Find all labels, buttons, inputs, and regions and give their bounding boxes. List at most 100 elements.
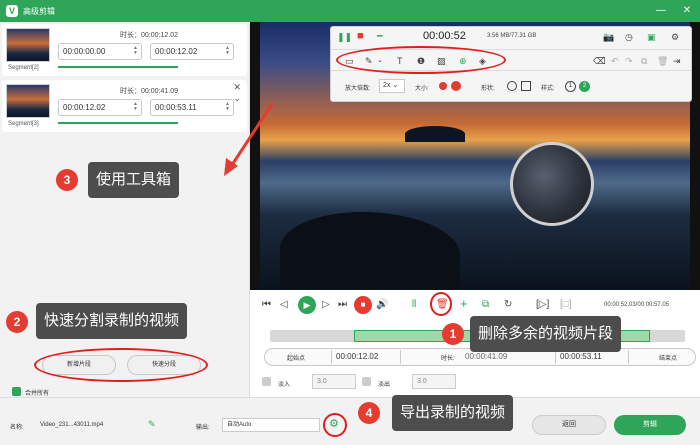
record-time: 00:00:52 (423, 30, 466, 42)
segment-item[interactable]: Segment[3] 时长：00:00:41.09 ✕ ⌄ 00:00:12.0… (2, 80, 247, 132)
playback-time: 00:00:52.03/00:00:57.05 (604, 302, 670, 308)
bottom-bar: 名称: Video_231...43011.mp4 ✎ 输出: 自动Auto ⚙… (0, 397, 700, 445)
zoom-label: 放大倍数: (345, 86, 371, 92)
reset-icon[interactable]: ↻ (504, 298, 512, 312)
segment-duration: 时长：00:00:12.02 (120, 32, 178, 39)
merge-all-label: 合并所有 (25, 391, 50, 397)
duration-label: 时长: (441, 356, 455, 362)
close-icon[interactable]: ✕ (680, 5, 694, 17)
size-label: 大小: (415, 86, 429, 92)
island-silhouette (405, 126, 465, 142)
annotation-arrow (224, 103, 274, 176)
annotation-label-2: 快速分割录制的视频 (36, 303, 188, 339)
go-start-icon[interactable]: ⏮ (262, 298, 271, 312)
segment-progress (58, 122, 178, 124)
fade-out-label: 淡出 (378, 382, 391, 388)
segment-panel: Segment[2] 时长：00:00:12.02 00:00:00.00 ▲ ▼ … (0, 22, 250, 397)
segment-name: Segment[2] (8, 65, 39, 71)
minimize-toolbar-icon[interactable]: ━ (377, 30, 382, 42)
step-back-icon[interactable]: ◁ (280, 298, 288, 312)
rock-silhouette (280, 212, 460, 290)
square-shape-option[interactable] (521, 81, 531, 91)
annotation-number-2: 2 (6, 311, 28, 333)
fade-in-checkbox[interactable] (262, 377, 271, 386)
fade-in-input[interactable]: 3.0 (312, 374, 356, 389)
spinner-icon: ▲ ▼ (225, 45, 230, 56)
trash-icon[interactable]: 🗑 (657, 55, 668, 67)
zoom-select[interactable]: 2x ⌄ (379, 79, 405, 93)
camera-icon[interactable]: 📷 (603, 31, 614, 43)
stop-button[interactable]: ■ (354, 296, 372, 314)
redo-icon[interactable]: ↷ (625, 55, 633, 67)
split-icon[interactable]: ⫴ (412, 298, 416, 312)
add-icon[interactable]: + (460, 297, 468, 311)
undo-icon[interactable]: ↶ (611, 55, 619, 67)
segment-start-input[interactable]: 00:00:12.02 ▲ ▼ (58, 99, 142, 116)
stop-record-icon[interactable]: ■ (357, 30, 364, 42)
annotation-number-3: 3 (56, 169, 78, 191)
back-button[interactable]: 返回 (532, 415, 606, 435)
highlight-ellipse (430, 292, 452, 316)
minimize-icon[interactable]: — (654, 5, 668, 17)
segment-item[interactable]: Segment[2] 时长：00:00:12.02 00:00:00.00 ▲ ▼ … (2, 24, 247, 76)
play-button[interactable]: ▶ (298, 296, 316, 314)
fade-in-label: 淡入 (278, 382, 291, 388)
circle-shape-option[interactable] (507, 81, 517, 91)
end-point-button[interactable]: 结束点 (659, 353, 677, 362)
fade-out-checkbox[interactable] (362, 377, 371, 386)
segment-thumbnail (6, 84, 50, 118)
copy-segment-icon[interactable]: ⧉ (482, 298, 489, 312)
app-logo: V (6, 5, 18, 17)
style-option-1[interactable]: 1 (565, 81, 576, 92)
annotation-label-4: 导出录制的视频 (392, 395, 514, 431)
edit-name-icon[interactable]: ✎ (148, 419, 156, 430)
volume-icon[interactable]: 🔊 (376, 298, 388, 312)
duration-value: 00:00:41.09 (465, 352, 508, 361)
fade-out-input[interactable]: 3.0 (412, 374, 456, 389)
storage-info: 3.56 MB/77.31 GB (487, 33, 537, 39)
edit-button[interactable]: 剪辑 (614, 415, 686, 435)
segment-start-input[interactable]: 00:00:00.00 ▲ ▼ (58, 43, 142, 60)
segment-progress (58, 66, 178, 68)
output-select[interactable]: 自动Auto (222, 418, 320, 432)
segment-end-input[interactable]: 00:00:12.02 ▲ ▼ (150, 43, 234, 60)
annotation-number-4: 4 (358, 402, 380, 424)
eraser-icon[interactable]: ⌫ (593, 55, 606, 67)
file-name: Video_231...43011.mp4 (40, 422, 104, 428)
step-forward-icon[interactable]: ▷ (322, 298, 330, 312)
clock-icon[interactable]: ◷ (625, 31, 633, 43)
remove-segment-icon[interactable]: ✕ (233, 82, 241, 93)
toolbox-icon[interactable]: ▣ (647, 31, 656, 43)
size-large-option[interactable] (451, 81, 461, 91)
mark-out-icon[interactable]: [□] (560, 298, 572, 312)
toolbox-status-row: ❚❚ ■ ━ 00:00:52 3.56 MB/77.31 GB 📷 ◷ ▣ ⚙ (331, 27, 691, 47)
magnifier-options-row: 放大倍数: 2x ⌄ 大小: 形状: 样式: 1 2 (331, 73, 691, 101)
style-label: 样式: (541, 86, 555, 92)
shape-label: 形状: (481, 86, 495, 92)
size-small-option[interactable] (439, 82, 447, 90)
annotation-label-3: 使用工具箱 (88, 162, 180, 198)
annotation-number-1: 1 (442, 323, 464, 345)
highlight-ellipse (34, 348, 208, 382)
spinner-icon: ▲ ▼ (133, 101, 138, 112)
segment-name: Segment[3] (8, 121, 39, 127)
end-time-input[interactable]: 00:00:53.11 (555, 350, 629, 364)
title-bar: V 高级剪辑 — ✕ (0, 0, 700, 22)
start-time-input[interactable]: 00:00:12.02 (331, 350, 401, 364)
expand-icon[interactable]: ⇥ (673, 55, 681, 67)
gear-icon[interactable]: ⚙ (671, 31, 679, 43)
annotation-label-1: 删除多余的视频片段 (470, 316, 622, 352)
style-option-2[interactable]: 2 (579, 81, 590, 92)
merge-all-checkbox[interactable] (12, 387, 21, 396)
highlight-ellipse (336, 46, 506, 74)
copy-icon[interactable]: ⧉ (641, 55, 647, 67)
spinner-icon: ▲ ▼ (133, 45, 138, 56)
highlight-ellipse (323, 413, 347, 437)
mark-in-icon[interactable]: [▷] (536, 298, 549, 312)
segment-thumbnail (6, 28, 50, 62)
go-end-icon[interactable]: ⏭ (338, 298, 347, 312)
magnifier-lens (510, 142, 594, 226)
pause-icon[interactable]: ❚❚ (337, 31, 352, 43)
start-point-button[interactable]: 起始点 (287, 353, 305, 362)
window-title: 高级剪辑 (23, 6, 55, 16)
